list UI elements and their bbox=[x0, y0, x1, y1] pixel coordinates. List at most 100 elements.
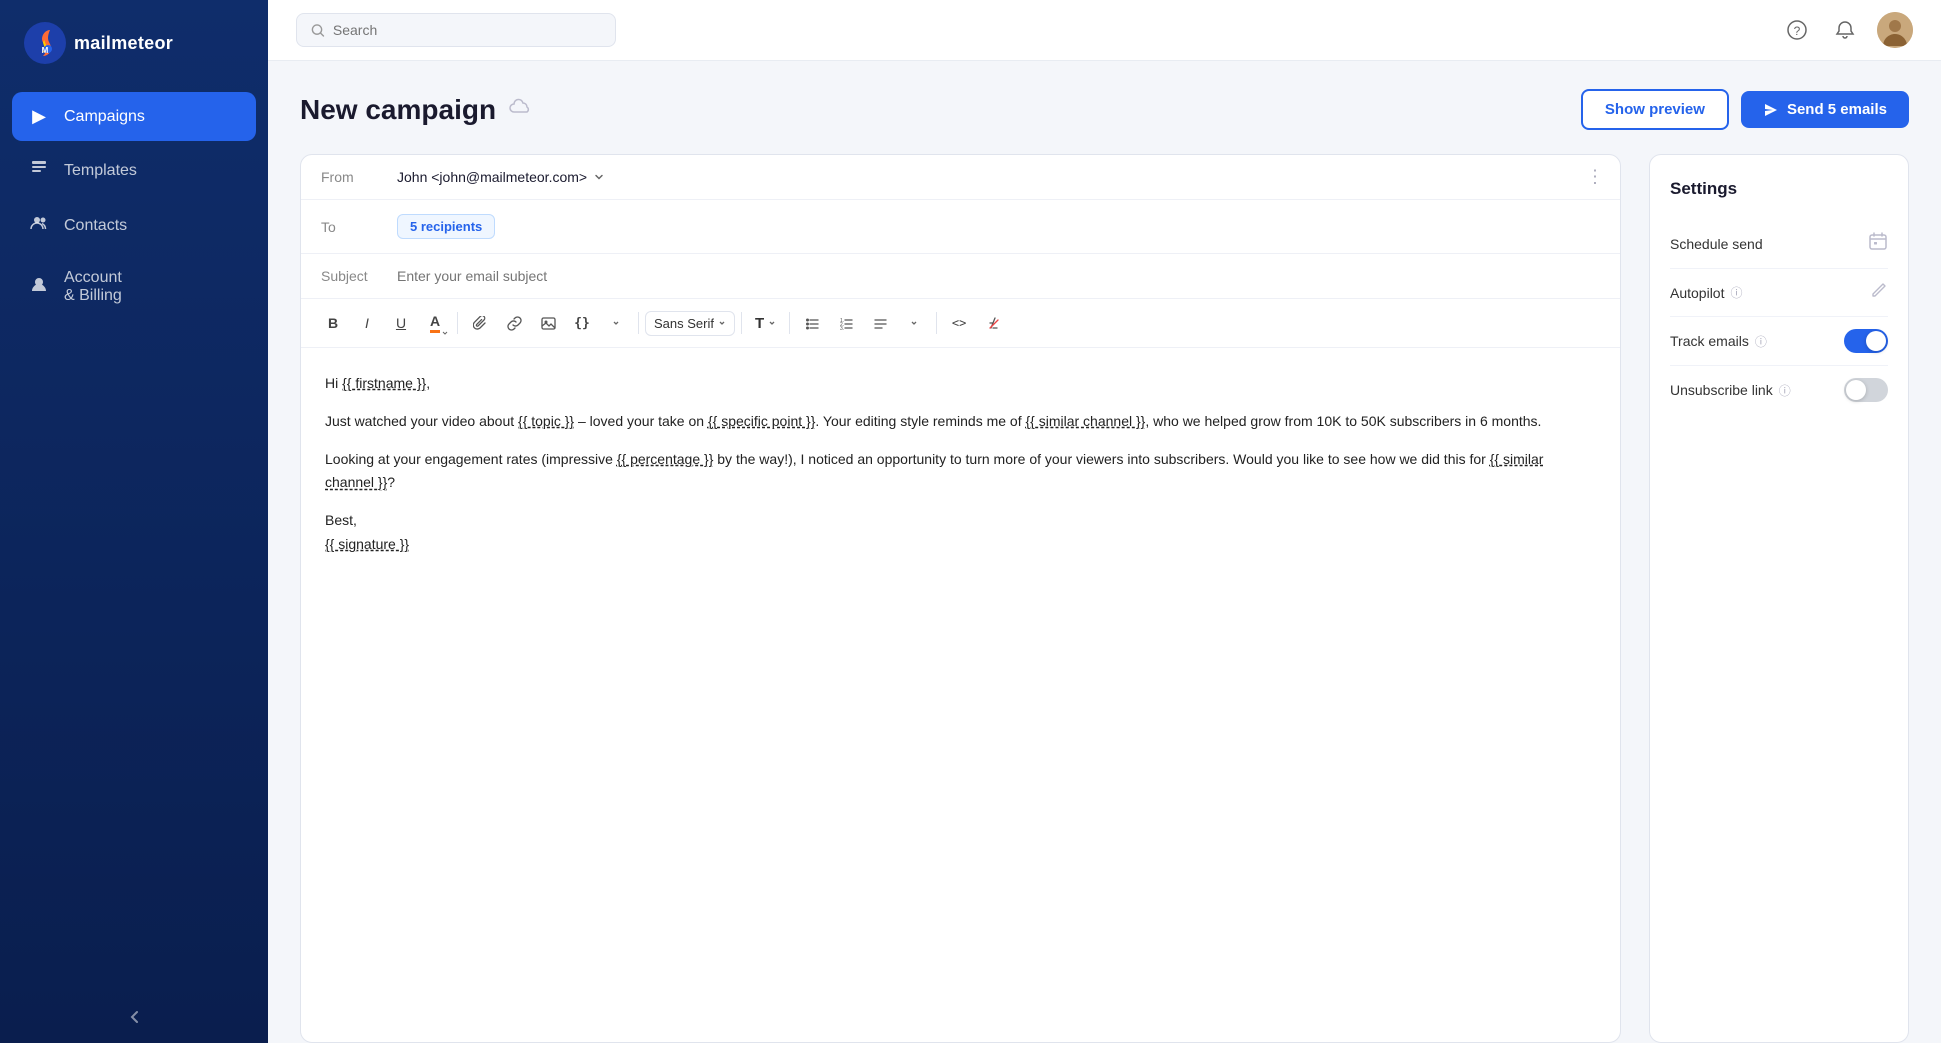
align-button[interactable] bbox=[864, 307, 896, 339]
clear-format-button[interactable] bbox=[977, 307, 1009, 339]
avatar[interactable] bbox=[1877, 12, 1913, 48]
track-emails-label: Track emails ⓘ bbox=[1670, 333, 1767, 350]
sidebar-item-label-account: Account& Billing bbox=[64, 269, 122, 305]
logo-icon: M bbox=[24, 22, 66, 64]
variable-button[interactable]: {} bbox=[566, 307, 598, 339]
attachment-button[interactable] bbox=[464, 307, 496, 339]
from-dropdown[interactable]: John <john@mailmeteor.com> bbox=[397, 169, 605, 185]
content-area: New campaign Show preview Send 5 emails … bbox=[268, 61, 1941, 1043]
help-icon[interactable]: ? bbox=[1781, 14, 1813, 46]
variable-chevron[interactable] bbox=[600, 307, 632, 339]
var-specific-point: {{ specific point }} bbox=[708, 413, 815, 429]
logo: M mailmeteor bbox=[0, 0, 268, 92]
number-list-button[interactable]: 1.2.3. bbox=[830, 307, 862, 339]
show-preview-button[interactable]: Show preview bbox=[1581, 89, 1729, 130]
unsubscribe-link-toggle[interactable] bbox=[1844, 378, 1888, 402]
svg-text:M: M bbox=[42, 46, 49, 55]
sidebar: M mailmeteor ▶ Campaigns Templates Conta… bbox=[0, 0, 268, 1043]
font-size-icon: T bbox=[755, 315, 764, 332]
var-topic: {{ topic }} bbox=[518, 413, 574, 429]
bold-button[interactable]: B bbox=[317, 307, 349, 339]
sidebar-item-templates[interactable]: Templates bbox=[12, 145, 256, 196]
sidebar-item-account-billing[interactable]: Account& Billing bbox=[12, 255, 256, 319]
page-header: New campaign Show preview Send 5 emails bbox=[300, 89, 1909, 130]
toolbar-separator-5 bbox=[936, 312, 937, 334]
search-box[interactable] bbox=[296, 13, 616, 47]
sidebar-item-label-campaigns: Campaigns bbox=[64, 108, 145, 126]
to-field: To 5 recipients bbox=[301, 200, 1620, 254]
align-chevron[interactable] bbox=[898, 307, 930, 339]
from-value: John <john@mailmeteor.com> bbox=[397, 169, 587, 185]
account-billing-icon bbox=[28, 276, 50, 299]
body-line-1: Hi {{ firstname }}, bbox=[325, 372, 1596, 396]
sidebar-item-label-templates: Templates bbox=[64, 162, 137, 180]
toolbar-separator-2 bbox=[638, 312, 639, 334]
header-actions: Show preview Send 5 emails bbox=[1581, 89, 1909, 130]
underline-button[interactable]: U bbox=[385, 307, 417, 339]
autopilot-row: Autopilot ⓘ bbox=[1670, 269, 1888, 317]
image-button[interactable] bbox=[532, 307, 564, 339]
toggle-thumb bbox=[1866, 331, 1886, 351]
unsubscribe-info-icon[interactable]: ⓘ bbox=[1779, 382, 1791, 399]
from-label: From bbox=[321, 169, 381, 185]
subject-label: Subject bbox=[321, 268, 381, 284]
body-line-3: Looking at your engagement rates (impres… bbox=[325, 448, 1596, 496]
to-label: To bbox=[321, 219, 381, 235]
from-field: From John <john@mailmeteor.com> ⋮ bbox=[301, 155, 1620, 200]
chevron-down-icon bbox=[593, 171, 605, 183]
sidebar-item-campaigns[interactable]: ▶ Campaigns bbox=[12, 92, 256, 141]
send-emails-button[interactable]: Send 5 emails bbox=[1741, 91, 1909, 128]
link-button[interactable] bbox=[498, 307, 530, 339]
code-button[interactable]: <> bbox=[943, 307, 975, 339]
schedule-send-icon[interactable] bbox=[1868, 231, 1888, 256]
autopilot-info-icon[interactable]: ⓘ bbox=[1730, 284, 1742, 301]
recipients-badge[interactable]: 5 recipients bbox=[397, 214, 495, 239]
logo-text: mailmeteor bbox=[74, 33, 173, 54]
toolbar-separator-4 bbox=[789, 312, 790, 334]
autopilot-label: Autopilot ⓘ bbox=[1670, 284, 1743, 301]
bullet-list-button[interactable] bbox=[796, 307, 828, 339]
more-options-icon[interactable]: ⋮ bbox=[1586, 167, 1604, 188]
track-emails-toggle[interactable] bbox=[1844, 329, 1888, 353]
toolbar-separator-1 bbox=[457, 312, 458, 334]
chevron-tiny-icon bbox=[441, 329, 449, 337]
campaigns-icon: ▶ bbox=[28, 106, 50, 127]
schedule-send-row: Schedule send bbox=[1670, 219, 1888, 269]
sidebar-item-contacts[interactable]: Contacts bbox=[12, 200, 256, 251]
autopilot-edit-icon[interactable] bbox=[1870, 281, 1888, 304]
sidebar-nav: ▶ Campaigns Templates Contacts Account& … bbox=[0, 92, 268, 991]
notifications-icon[interactable] bbox=[1829, 14, 1861, 46]
email-body[interactable]: Hi {{ firstname }}, Just watched your vi… bbox=[301, 348, 1620, 1042]
subject-input[interactable] bbox=[397, 268, 1600, 284]
font-size-select[interactable]: T bbox=[748, 310, 783, 337]
search-icon bbox=[311, 23, 325, 38]
unsubscribe-link-label: Unsubscribe link ⓘ bbox=[1670, 382, 1791, 399]
main-content: ? New campaign Show preview bbox=[268, 0, 1941, 1043]
toggle-thumb-2 bbox=[1846, 380, 1866, 400]
page-title-group: New campaign bbox=[300, 94, 532, 126]
var-percentage: {{ percentage }} bbox=[617, 451, 714, 467]
font-family-select[interactable]: Sans Serif bbox=[645, 311, 735, 336]
schedule-send-label: Schedule send bbox=[1670, 236, 1763, 252]
search-input[interactable] bbox=[333, 22, 601, 38]
settings-panel: Settings Schedule send Autopilot ⓘ bbox=[1649, 154, 1909, 1043]
cloud-save-icon bbox=[508, 98, 532, 122]
subject-field: Subject bbox=[301, 254, 1620, 299]
body-line-2: Just watched your video about {{ topic }… bbox=[325, 410, 1596, 434]
email-composer: From John <john@mailmeteor.com> ⋮ To 5 r… bbox=[300, 154, 1621, 1043]
italic-button[interactable]: I bbox=[351, 307, 383, 339]
sidebar-collapse-button[interactable] bbox=[0, 991, 268, 1043]
svg-text:?: ? bbox=[1794, 24, 1801, 38]
send-button-label: Send 5 emails bbox=[1787, 101, 1887, 118]
main-row: From John <john@mailmeteor.com> ⋮ To 5 r… bbox=[300, 154, 1909, 1043]
settings-title: Settings bbox=[1670, 179, 1888, 199]
templates-icon bbox=[28, 159, 50, 182]
track-emails-info-icon[interactable]: ⓘ bbox=[1755, 333, 1767, 350]
text-color-button[interactable]: A bbox=[419, 307, 451, 339]
body-line-4: Best,{{ signature }} bbox=[325, 509, 1596, 557]
track-emails-row: Track emails ⓘ bbox=[1670, 317, 1888, 366]
font-name-label: Sans Serif bbox=[654, 316, 714, 331]
contacts-icon bbox=[28, 214, 50, 237]
send-icon bbox=[1763, 102, 1779, 118]
toolbar-separator-3 bbox=[741, 312, 742, 334]
